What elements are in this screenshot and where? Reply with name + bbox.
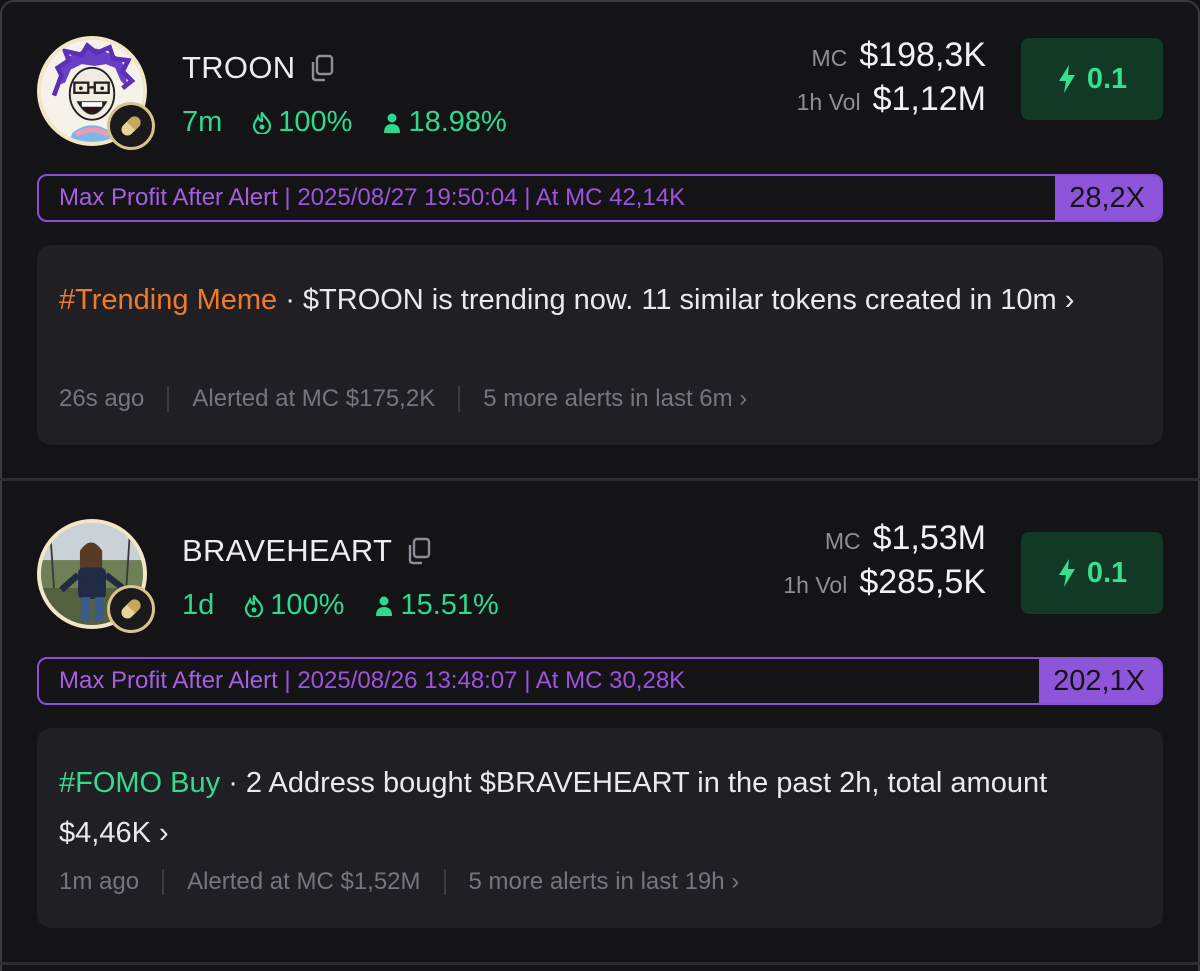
meta-divider	[167, 386, 170, 412]
card-divider	[0, 962, 1200, 965]
meta-divider	[162, 869, 165, 895]
user-icon	[384, 113, 401, 133]
alert-box[interactable]: #Trending Meme · $TROON is trending now.…	[37, 245, 1163, 445]
more-alerts-link[interactable]: 5 more alerts in last 19h ›	[469, 868, 740, 896]
buy-amount: 0.1	[1086, 556, 1128, 589]
lightning-icon	[1058, 65, 1075, 93]
vol-value: $285,5K	[859, 563, 986, 601]
alert-text: · $TROON is trending now. 11 similar tok…	[277, 284, 1075, 316]
alert-message[interactable]: #FOMO Buy · 2 Address bought $BRAVEHEART…	[59, 758, 1129, 858]
token-name: TROON	[182, 50, 296, 85]
fire-stat: 100%	[244, 589, 344, 622]
alert-box[interactable]: #FOMO Buy · 2 Address bought $BRAVEHEART…	[37, 728, 1163, 928]
alerted-at: Alerted at MC $175,2K	[192, 385, 436, 412]
token-avatar[interactable]	[37, 519, 155, 637]
max-profit-bar: Max Profit After Alert | 2025/08/27 19:5…	[37, 174, 1163, 222]
flame-icon	[253, 111, 272, 134]
alert-tag[interactable]: #FOMO Buy	[59, 767, 220, 799]
alert-tag[interactable]: #Trending Meme	[59, 284, 277, 316]
mc-label: MC	[811, 45, 848, 71]
token-name: BRAVEHEART	[182, 533, 393, 568]
token-avatar[interactable]	[37, 36, 155, 154]
profit-info: | 2025/08/27 19:50:04 | At MC 42,14K	[284, 184, 686, 211]
pill-badge-icon	[107, 102, 155, 150]
token-age-value: 1d	[182, 589, 215, 621]
fire-stat: 100%	[252, 106, 352, 139]
lightning-icon	[1058, 559, 1075, 587]
alert-time: 1m ago	[59, 868, 140, 895]
fire-pct: 100%	[270, 589, 345, 621]
mc-label: MC	[824, 528, 861, 554]
mc-value: $1,53M	[872, 519, 986, 557]
token-age-value: 7m	[182, 106, 223, 138]
profit-label: Max Profit After Alert	[59, 184, 278, 211]
holders-pct: 18.98%	[408, 106, 507, 138]
alert-time: 26s ago	[59, 385, 145, 412]
token-age: 7m	[182, 106, 222, 139]
vol-label: 1h Vol	[783, 572, 848, 598]
pill-badge-icon	[107, 585, 155, 633]
token-age: 1d	[182, 589, 214, 622]
quick-buy-button[interactable]: 0.1	[1021, 532, 1163, 614]
market-metrics: MC $198,3K 1h Vol $1,12M	[797, 36, 986, 124]
holders-stat: 15.51%	[374, 589, 499, 622]
mc-value: $198,3K	[859, 36, 986, 74]
profit-info: | 2025/08/26 13:48:07 | At MC 30,28K	[284, 667, 686, 694]
alert-message[interactable]: #Trending Meme · $TROON is trending now.…	[59, 275, 1129, 325]
more-alerts-link[interactable]: 5 more alerts in last 6m ›	[483, 385, 747, 413]
vol-label: 1h Vol	[796, 89, 861, 115]
profit-multiplier: 28,2X	[1055, 176, 1161, 220]
profit-label: Max Profit After Alert	[59, 667, 278, 694]
quick-buy-button[interactable]: 0.1	[1021, 38, 1163, 120]
fire-pct: 100%	[278, 106, 353, 138]
copy-icon[interactable]	[309, 54, 335, 82]
user-icon	[376, 596, 393, 616]
flame-icon	[245, 594, 264, 617]
card-divider	[0, 478, 1200, 481]
meta-divider	[443, 869, 446, 895]
holders-stat: 18.98%	[382, 106, 507, 139]
profit-multiplier: 202,1X	[1039, 659, 1161, 703]
meta-divider	[458, 386, 461, 412]
copy-icon[interactable]	[406, 537, 432, 565]
alerted-at: Alerted at MC $1,52M	[187, 868, 421, 895]
max-profit-bar: Max Profit After Alert | 2025/08/26 13:4…	[37, 657, 1163, 705]
holders-pct: 15.51%	[400, 589, 499, 621]
market-metrics: MC $1,53M 1h Vol $285,5K	[783, 519, 986, 607]
vol-value: $1,12M	[872, 80, 986, 118]
buy-amount: 0.1	[1086, 62, 1128, 95]
